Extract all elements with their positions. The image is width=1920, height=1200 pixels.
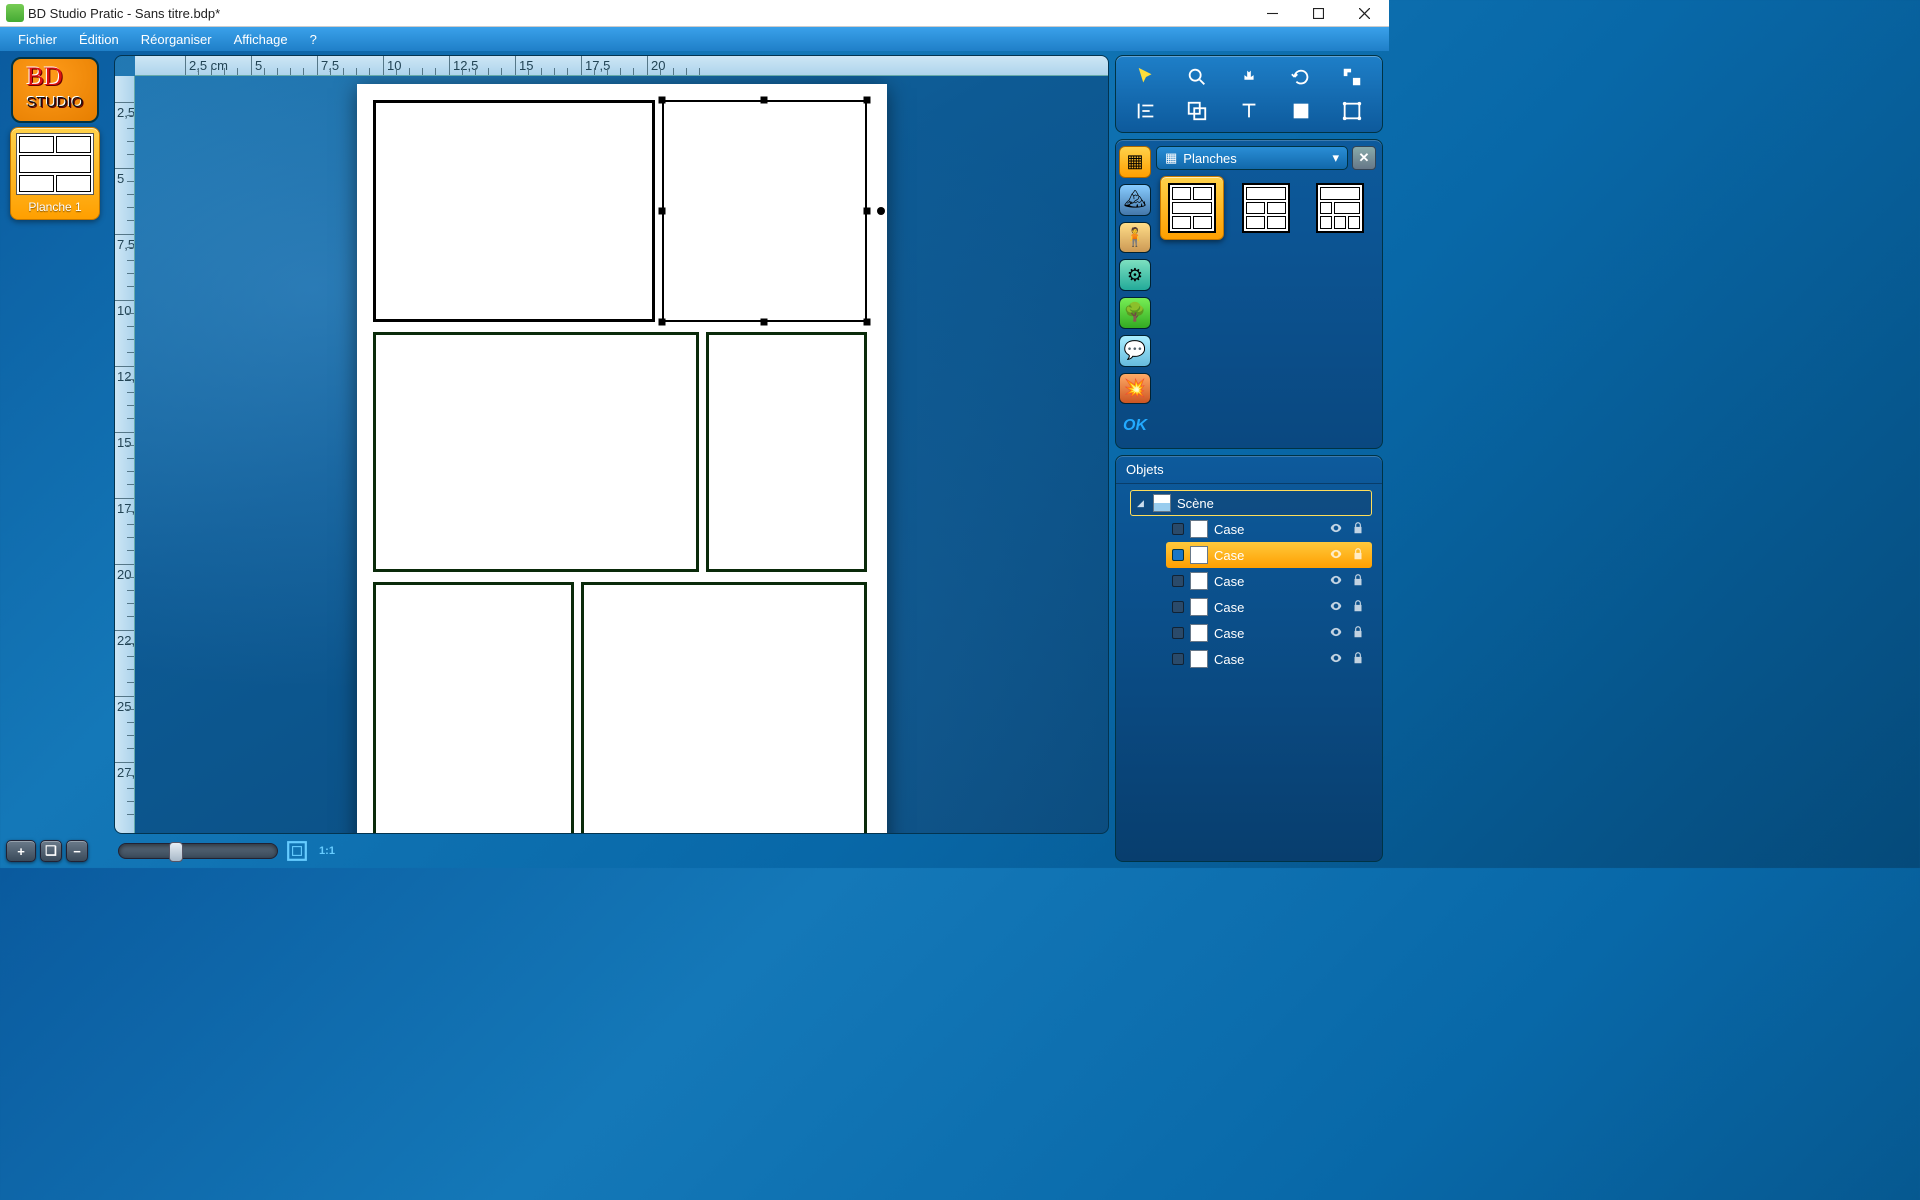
selection-handle[interactable] (863, 97, 870, 104)
templates-icon: ▦ (1165, 150, 1177, 166)
zoom-slider[interactable] (118, 843, 278, 859)
menu-affichage[interactable]: Affichage (224, 29, 298, 50)
lock-icon[interactable] (1350, 573, 1366, 590)
thumbnail-preview (16, 133, 94, 195)
minimize-button[interactable] (1249, 0, 1295, 26)
rotate-tool[interactable] (1277, 62, 1325, 92)
cat-bubbles[interactable]: 💬 (1119, 335, 1151, 367)
template-item[interactable] (1160, 176, 1224, 240)
pages-sidebar: BDSTUDIO Planche 1 (0, 51, 110, 868)
close-button[interactable] (1341, 0, 1387, 26)
tree-item[interactable]: Case (1166, 568, 1372, 594)
objects-header: Objets (1116, 456, 1382, 484)
cat-characters[interactable]: 🧍 (1119, 222, 1151, 254)
comic-panel-selected[interactable] (662, 100, 867, 322)
add-page-button[interactable]: + (6, 840, 36, 862)
cat-nature[interactable]: 🌳 (1119, 297, 1151, 329)
titlebar: BD Studio Pratic - Sans titre.bdp* (0, 0, 1389, 27)
window-title: BD Studio Pratic - Sans titre.bdp* (28, 6, 1249, 21)
zoom-bar: 1:1 (118, 840, 338, 862)
menu-reorganiser[interactable]: Réorganiser (131, 29, 222, 50)
tree-scene[interactable]: ◢Scène (1130, 490, 1372, 516)
rotation-handle[interactable] (877, 207, 885, 215)
app-logo: BDSTUDIO (11, 57, 99, 123)
tree-item[interactable]: Case (1166, 542, 1372, 568)
comic-panel[interactable] (581, 582, 867, 833)
lock-icon[interactable] (1350, 547, 1366, 564)
selection-handle[interactable] (863, 319, 870, 326)
close-panel-button[interactable]: ✕ (1352, 146, 1376, 170)
menu-edition[interactable]: Édition (69, 29, 129, 50)
lock-icon[interactable] (1350, 599, 1366, 616)
pan-tool[interactable] (1225, 62, 1273, 92)
cat-ok[interactable]: OK (1119, 410, 1151, 442)
chevron-down-icon: ▾ (1332, 150, 1339, 166)
visibility-icon[interactable] (1328, 547, 1344, 564)
text-tool[interactable] (1225, 96, 1273, 126)
visibility-icon[interactable] (1328, 573, 1344, 590)
lock-icon[interactable] (1350, 651, 1366, 668)
crop-tool[interactable] (1328, 96, 1376, 126)
page[interactable]: 1 (357, 84, 887, 833)
lock-icon[interactable] (1350, 625, 1366, 642)
selection-handle[interactable] (863, 208, 870, 215)
thumbnail-label: Planche 1 (28, 200, 81, 214)
cat-backgrounds[interactable]: 🏔 (1119, 184, 1151, 216)
library-panel: ▦ 🏔 🧍 ⚙ 🌳 💬 💥 OK ▦Planches ▾ ✕ (1115, 139, 1383, 449)
selection-handle[interactable] (760, 97, 767, 104)
remove-page-button[interactable]: − (66, 840, 88, 862)
cat-effects[interactable]: 💥 (1119, 373, 1151, 405)
tree-item[interactable]: Case (1166, 646, 1372, 672)
comic-panel[interactable] (373, 582, 574, 833)
menu-fichier[interactable]: Fichier (8, 29, 67, 50)
frame-tool[interactable] (1277, 96, 1325, 126)
selection-handle[interactable] (658, 319, 665, 326)
right-panels: ▦ 🏔 🧍 ⚙ 🌳 💬 💥 OK ▦Planches ▾ ✕ (1115, 51, 1389, 868)
objects-panel: Objets ◢ScèneCaseCaseCaseCaseCaseCase (1115, 455, 1383, 862)
template-item[interactable] (1308, 176, 1372, 240)
layers-tool[interactable] (1174, 96, 1222, 126)
comic-panel[interactable] (706, 332, 867, 572)
tree-item[interactable]: Case (1166, 594, 1372, 620)
tree-item[interactable]: Case (1166, 620, 1372, 646)
menu-bar: Fichier Édition Réorganiser Affichage ? (0, 27, 1389, 51)
canvas-scroll[interactable]: 1 (135, 76, 1108, 833)
selection-handle[interactable] (760, 319, 767, 326)
pointer-tool[interactable] (1122, 62, 1170, 92)
page-tools: + ❏ − (6, 840, 88, 862)
category-tabs: ▦ 🏔 🧍 ⚙ 🌳 💬 💥 OK (1116, 140, 1154, 448)
comic-panel[interactable] (373, 332, 699, 572)
horizontal-ruler (135, 56, 1108, 76)
toolbar (1115, 55, 1383, 133)
fit-screen-icon[interactable] (286, 840, 308, 862)
transform-tool[interactable] (1328, 62, 1376, 92)
visibility-icon[interactable] (1328, 651, 1344, 668)
selection-handle[interactable] (658, 97, 665, 104)
visibility-icon[interactable] (1328, 599, 1344, 616)
menu-help[interactable]: ? (300, 29, 327, 50)
visibility-icon[interactable] (1328, 521, 1344, 538)
template-list (1156, 176, 1376, 240)
canvas-area: 1 (114, 55, 1109, 834)
zoom-tool[interactable] (1174, 62, 1222, 92)
zoom-100-icon[interactable]: 1:1 (316, 840, 338, 862)
vertical-ruler (115, 76, 135, 833)
tree-item[interactable]: Case (1166, 516, 1372, 542)
app-icon (6, 4, 24, 22)
page-thumbnail[interactable]: Planche 1 (10, 127, 100, 220)
visibility-icon[interactable] (1328, 625, 1344, 642)
objects-tree: ◢ScèneCaseCaseCaseCaseCaseCase (1116, 484, 1382, 861)
maximize-button[interactable] (1295, 0, 1341, 26)
library-dropdown[interactable]: ▦Planches ▾ (1156, 146, 1348, 170)
duplicate-page-button[interactable]: ❏ (40, 840, 62, 862)
zoom-knob[interactable] (169, 842, 183, 862)
comic-panel[interactable] (373, 100, 655, 322)
template-item[interactable] (1234, 176, 1298, 240)
cat-props[interactable]: ⚙ (1119, 259, 1151, 291)
align-tool[interactable] (1122, 96, 1170, 126)
selection-handle[interactable] (658, 208, 665, 215)
cat-templates[interactable]: ▦ (1119, 146, 1151, 178)
workspace: BDSTUDIO Planche 1 + ❏ − (0, 51, 1389, 868)
lock-icon[interactable] (1350, 521, 1366, 538)
